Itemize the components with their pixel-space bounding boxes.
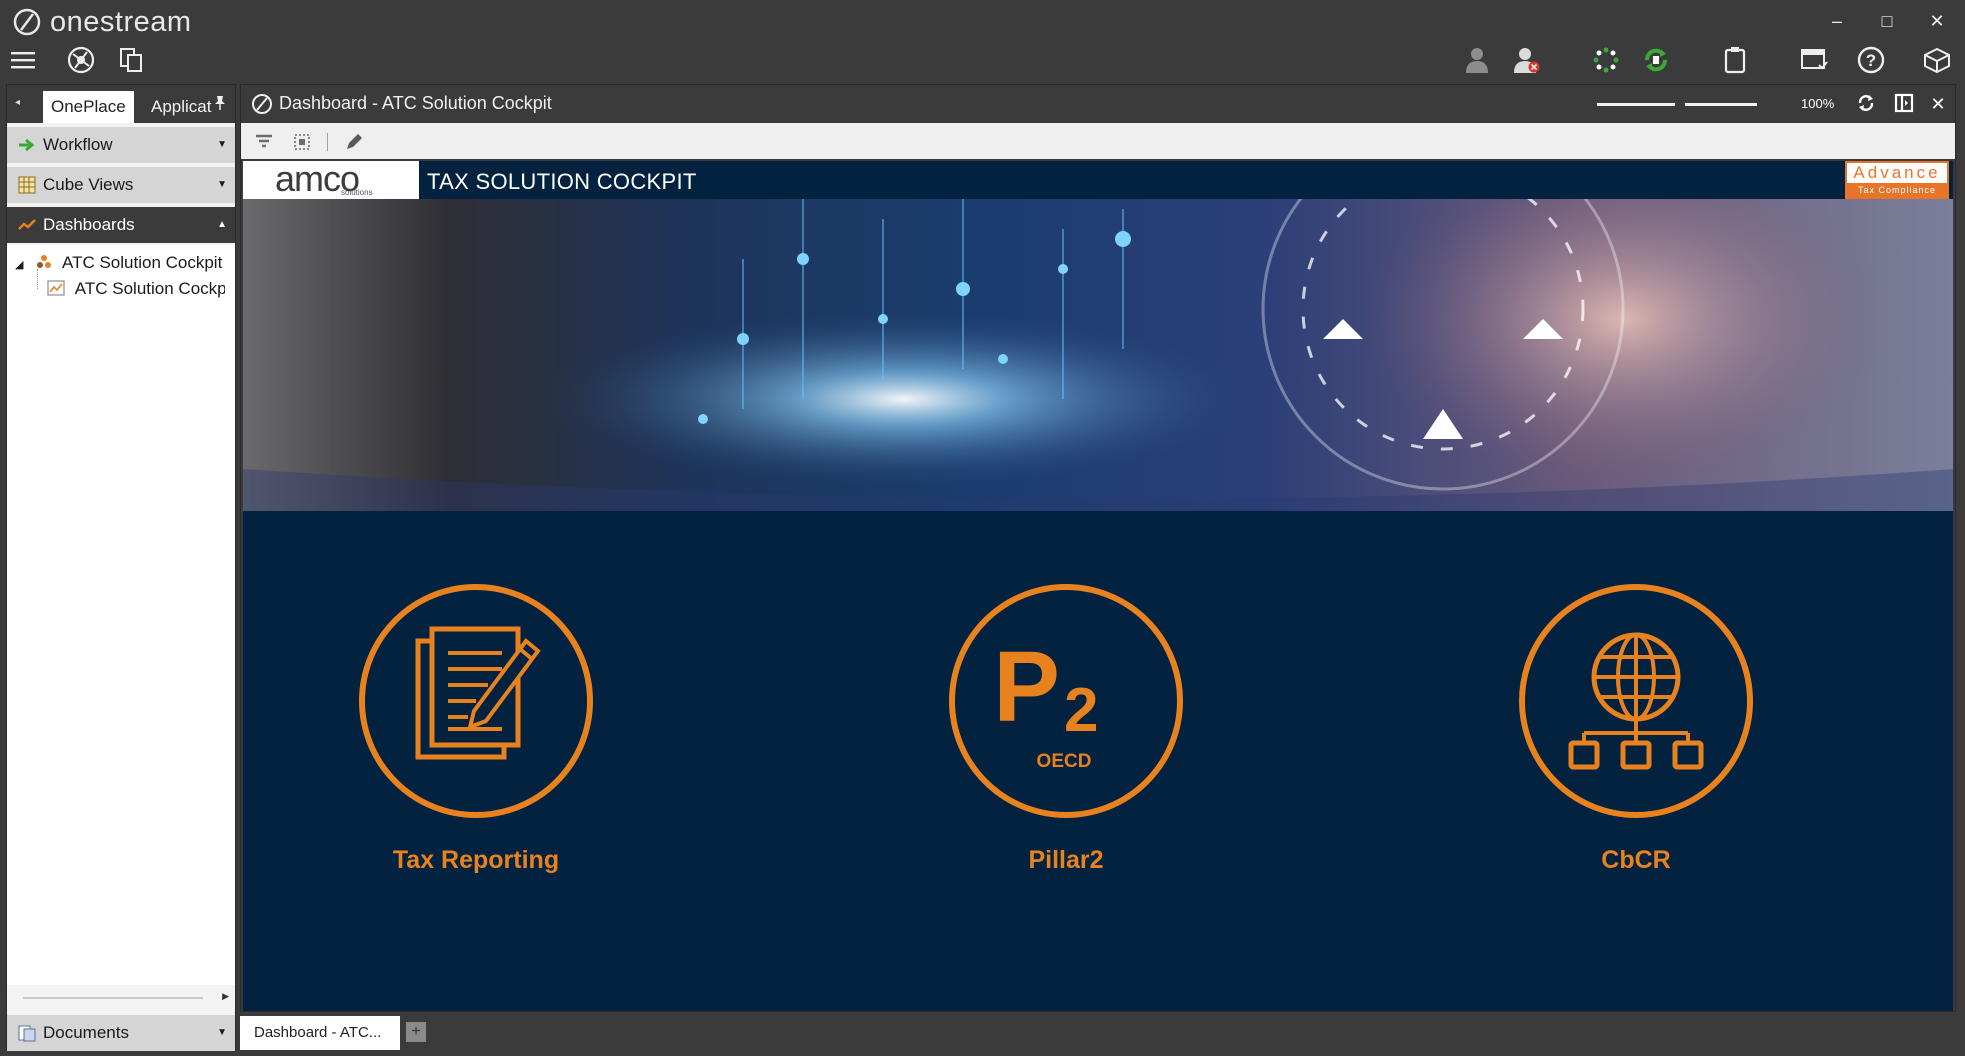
left-panel-tabs: ◂ OnePlace Applicat bbox=[7, 85, 235, 123]
dashboard-group-icon bbox=[37, 255, 52, 268]
filter-icon[interactable] bbox=[253, 131, 275, 153]
dashboard-content: amco solutions TAX SOLUTION COCKPIT Adva… bbox=[243, 161, 1953, 1011]
tile-cbcr[interactable]: CbCR bbox=[1516, 581, 1756, 874]
app-brand: onestream bbox=[50, 5, 192, 38]
cockpit-header: amco solutions TAX SOLUTION COCKPIT Adva… bbox=[243, 161, 1953, 199]
add-tab-button[interactable]: + bbox=[406, 1022, 426, 1042]
tree-item-atc-solution-cockpit[interactable]: ◢ ATC Solution Cockpit bbox=[15, 253, 222, 273]
chevron-down-icon: ▼ bbox=[217, 179, 227, 190]
title-bar: onestream – □ ✕ ? bbox=[0, 0, 1965, 80]
chevron-down-icon: ▼ bbox=[217, 139, 227, 150]
clipboard-icon[interactable] bbox=[1718, 44, 1752, 76]
cube-icon[interactable] bbox=[1920, 44, 1954, 76]
pillar2-letter: P bbox=[993, 631, 1060, 743]
workflow-section[interactable]: Workflow ▼ bbox=[7, 127, 235, 163]
amco-logo: amco solutions bbox=[243, 161, 419, 199]
user-error-icon[interactable] bbox=[1510, 44, 1544, 76]
documents-icon bbox=[18, 1025, 36, 1042]
pillar2-number: 2 bbox=[1064, 676, 1098, 745]
tax-document-pen-icon[interactable] bbox=[356, 581, 596, 821]
dashboards-chart-icon bbox=[18, 219, 36, 230]
advance-word: Advance bbox=[1853, 163, 1941, 182]
advance-logo: Advance Tax Compliance bbox=[1845, 161, 1949, 199]
cube-views-section[interactable]: Cube Views ▼ bbox=[7, 167, 235, 203]
fit-to-screen-icon[interactable] bbox=[291, 131, 313, 153]
tree-connector bbox=[37, 269, 38, 289]
tile-label-cbcr[interactable]: CbCR bbox=[1486, 846, 1786, 875]
toolbar-divider bbox=[327, 133, 328, 151]
onestream-logo-icon bbox=[252, 94, 272, 114]
documents-section[interactable]: Documents ▼ bbox=[7, 1015, 235, 1051]
tile-label-pillar2[interactable]: Pillar2 bbox=[916, 846, 1216, 875]
svg-text:?: ? bbox=[1866, 51, 1876, 70]
chevron-up-icon: ▲ bbox=[217, 219, 227, 230]
dashboards-section[interactable]: Dashboards ▲ bbox=[7, 207, 235, 243]
dashboard-chart-icon bbox=[47, 280, 65, 296]
split-view-icon[interactable] bbox=[1893, 93, 1915, 115]
cube-views-label: Cube Views bbox=[43, 175, 134, 194]
cockpit-title: TAX SOLUTION COCKPIT bbox=[427, 169, 697, 194]
tree-item-label: ATC Solution Cockpit bbox=[62, 253, 223, 272]
tile-pillar2[interactable]: P 2 OECD Pillar2 bbox=[946, 581, 1186, 874]
task-window-icon[interactable] bbox=[1797, 44, 1831, 76]
loading-spinner-icon[interactable] bbox=[1589, 44, 1623, 76]
close-button[interactable]: ✕ bbox=[1922, 6, 1952, 36]
bottom-tab-bar: Dashboard - ATC... + bbox=[240, 1012, 1956, 1050]
chevron-down-icon: ▼ bbox=[217, 1027, 227, 1038]
edit-pencil-icon[interactable] bbox=[343, 131, 365, 153]
globe-network-icon[interactable] bbox=[1516, 581, 1756, 821]
documents-label: Documents bbox=[43, 1023, 129, 1042]
amco-sub: solutions bbox=[341, 188, 373, 197]
zoom-level: 100% bbox=[1801, 96, 1835, 111]
collapse-panel-icon[interactable]: ◂ bbox=[15, 95, 31, 111]
workflow-arrow-icon bbox=[19, 138, 35, 152]
banner-image bbox=[243, 199, 1953, 511]
tile-label-tax-reporting[interactable]: Tax Reporting bbox=[326, 846, 626, 875]
pillar2-oecd-caption: OECD bbox=[1037, 751, 1092, 772]
tree-expand-icon[interactable]: ◢ bbox=[15, 259, 23, 271]
dashboard-toolbar bbox=[241, 123, 1955, 159]
refresh-green-icon[interactable] bbox=[1639, 44, 1673, 76]
menu-icon[interactable] bbox=[6, 44, 40, 76]
tree-item-label: ATC Solution Cockp bbox=[74, 279, 225, 298]
help-icon[interactable]: ? bbox=[1854, 44, 1888, 76]
maximize-button[interactable]: □ bbox=[1872, 6, 1902, 36]
tab-application[interactable]: Applicat bbox=[143, 91, 223, 123]
tab-oneplace[interactable]: OnePlace bbox=[43, 91, 134, 123]
onestream-logo-icon bbox=[13, 8, 41, 36]
dashboards-label: Dashboards bbox=[43, 215, 135, 234]
tree-item-atc-solution-cockpit-child[interactable]: ATC Solution Cockp bbox=[47, 279, 225, 299]
left-panel: ◂ OnePlace Applicat Workflow ▼ Cube View… bbox=[6, 84, 236, 1051]
dashboard-tree: ◢ ATC Solution Cockpit ATC Solution Cock… bbox=[7, 245, 235, 985]
dashboard-title: Dashboard - ATC Solution Cockpit bbox=[279, 93, 552, 113]
refresh-icon[interactable] bbox=[1855, 93, 1877, 115]
pillar2-oecd-icon[interactable]: P 2 OECD bbox=[946, 581, 1186, 821]
close-dashboard-icon[interactable]: ✕ bbox=[1927, 93, 1949, 115]
document-copy-icon[interactable] bbox=[114, 44, 148, 76]
tree-horizontal-scrollbar[interactable]: ▶ bbox=[13, 991, 229, 1005]
tile-tax-reporting[interactable]: Tax Reporting bbox=[356, 581, 596, 874]
pin-icon[interactable] bbox=[213, 95, 227, 114]
dashboard-header-bar: Dashboard - ATC Solution Cockpit 100% ✕ bbox=[241, 85, 1955, 123]
advance-sub: Tax Compliance bbox=[1857, 185, 1937, 195]
bottom-tab-dashboard[interactable]: Dashboard - ATC... bbox=[240, 1016, 400, 1050]
app-logo: onestream bbox=[12, 4, 192, 40]
cube-views-grid-icon bbox=[18, 176, 36, 194]
scroll-right-icon[interactable]: ▶ bbox=[222, 991, 229, 1002]
minimize-button[interactable]: – bbox=[1822, 6, 1852, 36]
user-icon[interactable] bbox=[1460, 44, 1494, 76]
globe-settings-icon[interactable] bbox=[64, 44, 98, 76]
zoom-slider-right[interactable] bbox=[1685, 103, 1757, 106]
workflow-label: Workflow bbox=[43, 135, 113, 154]
zoom-slider-left[interactable] bbox=[1597, 103, 1675, 106]
main-dashboard-panel: Dashboard - ATC Solution Cockpit 100% ✕ … bbox=[240, 84, 1956, 1012]
